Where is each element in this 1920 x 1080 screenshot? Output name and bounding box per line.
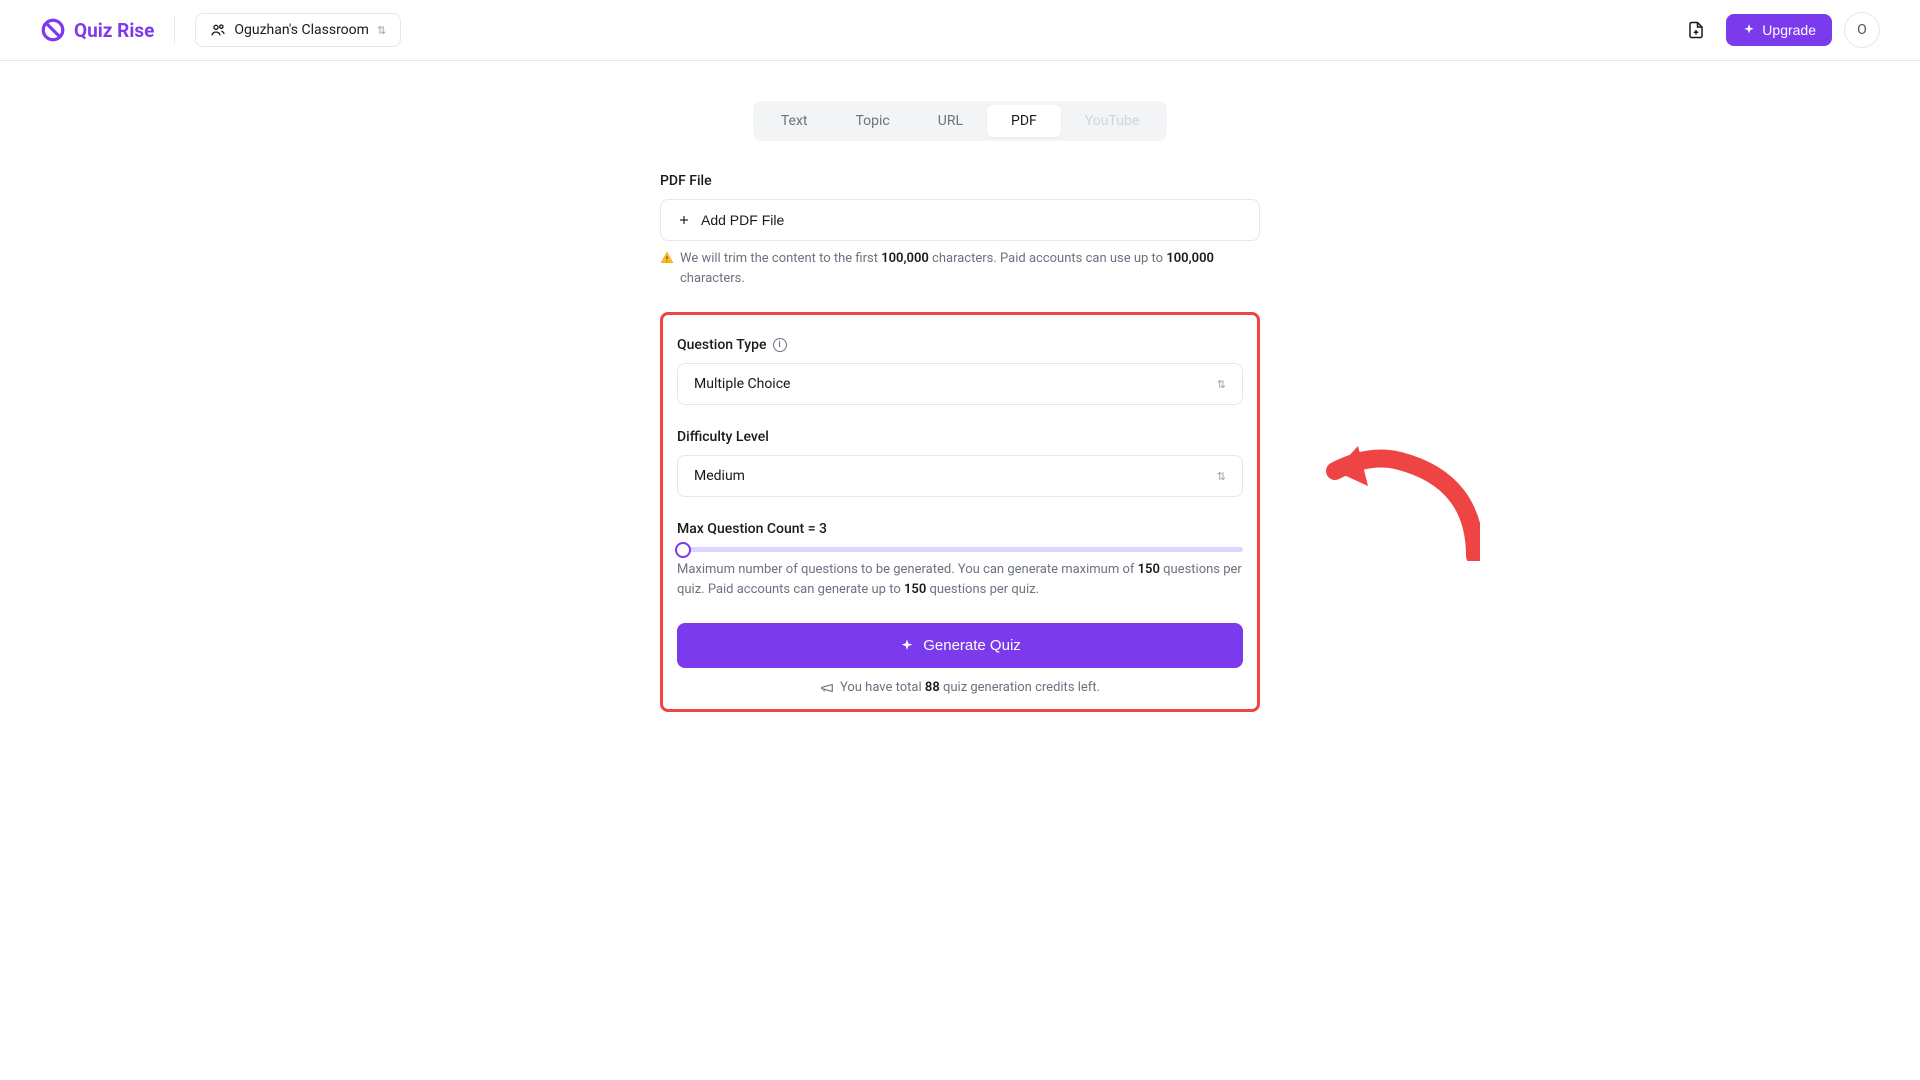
difficulty-value: Medium — [694, 468, 745, 484]
credits-count: 88 — [925, 680, 940, 695]
question-type-value: Multiple Choice — [694, 376, 790, 392]
document-icon — [1687, 21, 1705, 39]
pdf-file-label: PDF File — [660, 173, 1260, 189]
tab-text-label: Text — [781, 113, 808, 129]
tab-pdf[interactable]: PDF — [987, 105, 1061, 137]
warning-icon — [660, 251, 674, 265]
upgrade-button[interactable]: Upgrade — [1726, 14, 1832, 46]
difficulty-select[interactable]: Medium ⇅ — [677, 455, 1243, 497]
help-prefix: Maximum number of questions to be genera… — [677, 562, 1138, 577]
sparkle-icon — [899, 638, 915, 654]
header-right: Upgrade O — [1678, 12, 1880, 48]
tab-url[interactable]: URL — [914, 105, 987, 137]
credits-info: You have total 88 quiz generation credit… — [677, 680, 1243, 695]
classroom-name: Oguzhan's Classroom — [234, 22, 369, 38]
question-type-select[interactable]: Multiple Choice ⇅ — [677, 363, 1243, 405]
tab-text[interactable]: Text — [757, 105, 832, 137]
tab-topic[interactable]: Topic — [831, 105, 913, 137]
generate-quiz-button[interactable]: Generate Quiz — [677, 623, 1243, 668]
difficulty-label: Difficulty Level — [677, 429, 1243, 445]
sparkle-icon — [1742, 23, 1756, 37]
credits-prefix: You have total — [840, 680, 925, 695]
app-header: Quiz Rise Oguzhan's Classroom ⇅ Upgr — [0, 0, 1920, 61]
chevron-updown-icon: ⇅ — [377, 24, 386, 37]
logo-icon — [40, 17, 66, 43]
pdf-file-section: PDF File Add PDF File We will trim the c… — [660, 173, 1260, 288]
add-pdf-button[interactable]: Add PDF File — [660, 199, 1260, 241]
tab-url-label: URL — [938, 113, 963, 129]
difficulty-section: Difficulty Level Medium ⇅ — [677, 429, 1243, 497]
upgrade-label: Upgrade — [1762, 22, 1816, 38]
chevron-updown-icon: ⇅ — [1217, 470, 1226, 483]
avatar[interactable]: O — [1844, 12, 1880, 48]
info-icon[interactable]: i — [773, 338, 787, 352]
max-count-label: Max Question Count = 3 — [677, 521, 1243, 537]
slider-thumb[interactable] — [675, 542, 691, 558]
chevron-updown-icon: ⇅ — [1217, 378, 1226, 391]
question-type-label: Question Type i — [677, 337, 1243, 353]
megaphone-icon — [820, 681, 834, 695]
question-type-label-text: Question Type — [677, 337, 767, 353]
logo[interactable]: Quiz Rise — [40, 17, 154, 43]
main-content: Text Topic URL PDF YouTube PDF File Add … — [640, 61, 1280, 752]
help-suffix: questions per quiz. — [926, 582, 1039, 597]
tab-pdf-label: PDF — [1011, 113, 1037, 129]
trim-limit-1: 100,000 — [881, 251, 929, 266]
annotation-arrow — [1320, 431, 1480, 561]
add-pdf-label: Add PDF File — [701, 212, 784, 228]
classroom-selector[interactable]: Oguzhan's Classroom ⇅ — [195, 13, 401, 47]
trim-prefix: We will trim the content to the first — [680, 251, 881, 266]
tab-youtube[interactable]: YouTube — [1061, 105, 1163, 137]
plus-icon — [677, 213, 691, 227]
max-count-section: Max Question Count = 3 Maximum number of… — [677, 521, 1243, 599]
users-icon — [210, 22, 226, 38]
pdf-trim-warning: We will trim the content to the first 10… — [660, 249, 1260, 288]
options-highlighted-section: Question Type i Multiple Choice ⇅ Diffic… — [660, 312, 1260, 712]
credits-suffix: quiz generation credits left. — [940, 680, 1100, 695]
avatar-initial: O — [1857, 22, 1867, 38]
divider — [174, 16, 175, 44]
document-button[interactable] — [1678, 12, 1714, 48]
tab-topic-label: Topic — [855, 113, 889, 129]
help-limit-1: 150 — [1138, 562, 1160, 577]
header-left: Quiz Rise Oguzhan's Classroom ⇅ — [40, 13, 401, 47]
max-count-slider[interactable] — [677, 547, 1243, 552]
generate-label: Generate Quiz — [923, 637, 1021, 654]
trim-suffix: characters. — [680, 271, 745, 286]
source-tabs: Text Topic URL PDF YouTube — [753, 101, 1167, 141]
question-type-section: Question Type i Multiple Choice ⇅ — [677, 337, 1243, 405]
logo-text: Quiz Rise — [74, 19, 154, 42]
help-limit-2: 150 — [904, 582, 926, 597]
warning-text: We will trim the content to the first 10… — [680, 249, 1260, 288]
tab-youtube-label: YouTube — [1085, 113, 1139, 129]
max-count-help: Maximum number of questions to be genera… — [677, 560, 1243, 599]
credits-text: You have total 88 quiz generation credit… — [840, 680, 1100, 695]
trim-limit-2: 100,000 — [1166, 251, 1214, 266]
trim-mid: characters. Paid accounts can use up to — [929, 251, 1166, 266]
